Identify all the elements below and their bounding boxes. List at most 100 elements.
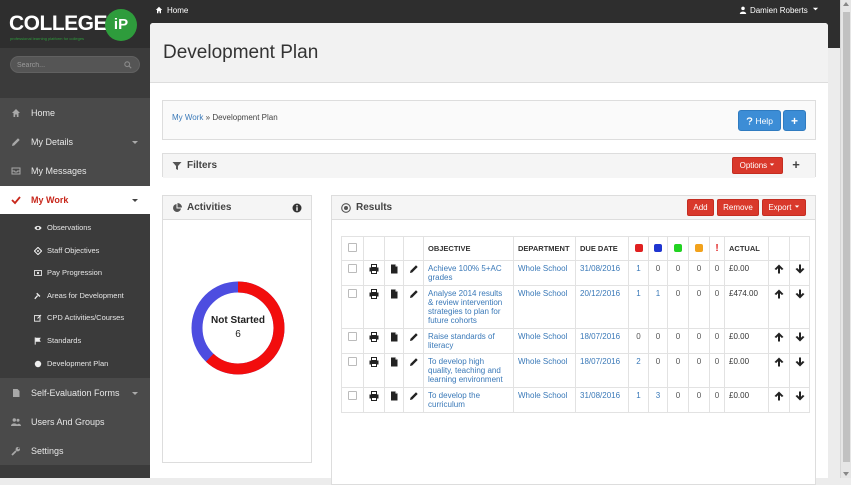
blue-count-cell[interactable]: 0 xyxy=(648,328,668,354)
red-count-cell[interactable]: 1 xyxy=(628,285,649,329)
add-plan-button[interactable]: + xyxy=(783,110,806,131)
department-link[interactable]: Whole School xyxy=(518,264,567,273)
arrow-down-icon[interactable] xyxy=(795,289,805,299)
blue-status-header[interactable] xyxy=(648,236,668,261)
print-icon[interactable] xyxy=(369,264,379,274)
due-date-header[interactable]: DUE DATE xyxy=(575,236,629,261)
row-checkbox[interactable] xyxy=(348,357,357,366)
urgent-count-cell[interactable]: 0 xyxy=(709,353,725,388)
pencil-icon[interactable] xyxy=(409,289,419,299)
table-row[interactable]: Achieve 100% 5+AC grades Whole School 31/0… xyxy=(341,260,810,286)
document-icon[interactable] xyxy=(389,391,399,401)
add-filter-button[interactable]: + xyxy=(789,157,803,174)
department-header[interactable]: DEPARTMENT xyxy=(513,236,576,261)
arrow-up-icon[interactable] xyxy=(774,357,784,367)
blue-count-cell[interactable]: 0 xyxy=(648,353,668,388)
row-checkbox[interactable] xyxy=(348,332,357,341)
table-row[interactable]: Raise standards of literacy Whole School 1… xyxy=(341,328,810,354)
pencil-icon[interactable] xyxy=(409,264,419,274)
green-count-cell[interactable]: 0 xyxy=(667,387,689,413)
amber-count-cell[interactable]: 0 xyxy=(688,328,710,354)
urgent-count-cell[interactable]: 0 xyxy=(709,260,725,286)
objective-link[interactable]: Raise standards of literacy xyxy=(428,332,495,350)
department-link[interactable]: Whole School xyxy=(518,391,567,400)
row-checkbox[interactable] xyxy=(348,264,357,273)
objective-link[interactable]: Achieve 100% 5+AC grades xyxy=(428,264,502,282)
green-count-cell[interactable]: 0 xyxy=(667,260,689,286)
blue-count-cell[interactable]: 0 xyxy=(648,260,668,286)
document-icon[interactable] xyxy=(389,289,399,299)
remove-button[interactable]: Remove xyxy=(717,199,759,216)
help-button[interactable]: Help xyxy=(738,110,781,131)
filters-header[interactable]: Filters Options + xyxy=(163,154,815,178)
sidebar-subitem-areas-for-development[interactable]: Areas for Development xyxy=(0,285,150,308)
arrow-down-icon[interactable] xyxy=(795,357,805,367)
breadcrumb-link-my-work[interactable]: My Work xyxy=(172,113,203,122)
sidebar-subitem-observations[interactable]: Observations xyxy=(0,217,150,240)
sidebar-item-my-details[interactable]: My Details xyxy=(0,127,150,156)
sidebar-item-settings[interactable]: Settings xyxy=(0,436,150,466)
red-count-cell[interactable]: 2 xyxy=(628,353,649,388)
print-icon[interactable] xyxy=(369,391,379,401)
table-row[interactable]: To develop the curriculum Whole School 31/… xyxy=(341,387,810,413)
sidebar-subitem-pay-progression[interactable]: Pay Progression xyxy=(0,262,150,285)
scroll-up-icon[interactable] xyxy=(843,2,849,6)
objective-link[interactable]: To develop high quality, teaching and le… xyxy=(428,357,503,384)
objective-link[interactable]: Analyse 2014 results & review interventi… xyxy=(428,289,502,325)
arrow-up-icon[interactable] xyxy=(774,264,784,274)
objective-link[interactable]: To develop the curriculum xyxy=(428,391,480,409)
scrollbar-thumb[interactable] xyxy=(843,12,850,462)
actual-header[interactable]: ACTUAL xyxy=(724,236,769,261)
add-button[interactable]: Add xyxy=(687,199,714,216)
sidebar-subitem-development-plan[interactable]: Development Plan xyxy=(0,353,150,376)
user-menu[interactable]: Damien Roberts xyxy=(739,6,819,15)
brand-logo[interactable]: COLLEGE iP professional learning platfor… xyxy=(9,9,137,41)
table-row[interactable]: To develop high quality, teaching and le… xyxy=(341,353,810,388)
department-link[interactable]: Whole School xyxy=(518,357,567,366)
green-count-cell[interactable]: 0 xyxy=(667,328,689,354)
row-checkbox[interactable] xyxy=(348,289,357,298)
document-icon[interactable] xyxy=(389,332,399,342)
due-date-link[interactable]: 31/08/2016 xyxy=(580,391,620,400)
print-icon[interactable] xyxy=(369,332,379,342)
print-icon[interactable] xyxy=(369,357,379,367)
objective-header[interactable]: OBJECTIVE xyxy=(423,236,514,261)
print-icon[interactable] xyxy=(369,289,379,299)
red-count-cell[interactable]: 0 xyxy=(628,328,649,354)
sidebar-item-self-evaluation-forms[interactable]: Self-Evaluation Forms xyxy=(0,378,150,408)
green-count-cell[interactable]: 0 xyxy=(667,353,689,388)
urgent-count-cell[interactable]: 0 xyxy=(709,328,725,354)
due-date-link[interactable]: 18/07/2016 xyxy=(580,357,620,366)
red-count-cell[interactable]: 1 xyxy=(628,260,649,286)
top-home-link[interactable]: Home xyxy=(155,6,188,15)
pencil-icon[interactable] xyxy=(409,332,419,342)
sidebar-item-home[interactable]: Home xyxy=(0,98,150,127)
select-all-checkbox[interactable] xyxy=(348,243,357,252)
search-input[interactable] xyxy=(17,59,117,71)
arrow-up-icon[interactable] xyxy=(774,289,784,299)
due-date-link[interactable]: 20/12/2016 xyxy=(580,289,620,298)
amber-count-cell[interactable]: 0 xyxy=(688,387,710,413)
info-icon[interactable] xyxy=(292,203,302,213)
green-count-cell[interactable]: 0 xyxy=(667,285,689,329)
arrow-up-icon[interactable] xyxy=(774,391,784,401)
urgent-count-cell[interactable]: 0 xyxy=(709,387,725,413)
red-count-cell[interactable]: 1 xyxy=(628,387,649,413)
sidebar-item-users-and-groups[interactable]: Users And Groups xyxy=(0,407,150,437)
page-scrollbar[interactable] xyxy=(840,0,851,478)
due-date-link[interactable]: 18/07/2016 xyxy=(580,332,620,341)
table-row[interactable]: Analyse 2014 results & review interventi… xyxy=(341,285,810,329)
amber-count-cell[interactable]: 0 xyxy=(688,260,710,286)
due-date-link[interactable]: 31/08/2016 xyxy=(580,264,620,273)
document-icon[interactable] xyxy=(389,264,399,274)
pencil-icon[interactable] xyxy=(409,357,419,367)
blue-count-cell[interactable]: 1 xyxy=(648,285,668,329)
arrow-down-icon[interactable] xyxy=(795,332,805,342)
amber-count-cell[interactable]: 0 xyxy=(688,285,710,329)
blue-count-cell[interactable]: 3 xyxy=(648,387,668,413)
options-button[interactable]: Options xyxy=(732,157,783,174)
arrow-down-icon[interactable] xyxy=(795,264,805,274)
sidebar-subitem-cpd-activities[interactable]: CPD Activities/Courses xyxy=(0,307,150,330)
search-icon[interactable] xyxy=(124,61,132,69)
scroll-down-icon[interactable] xyxy=(843,472,849,476)
